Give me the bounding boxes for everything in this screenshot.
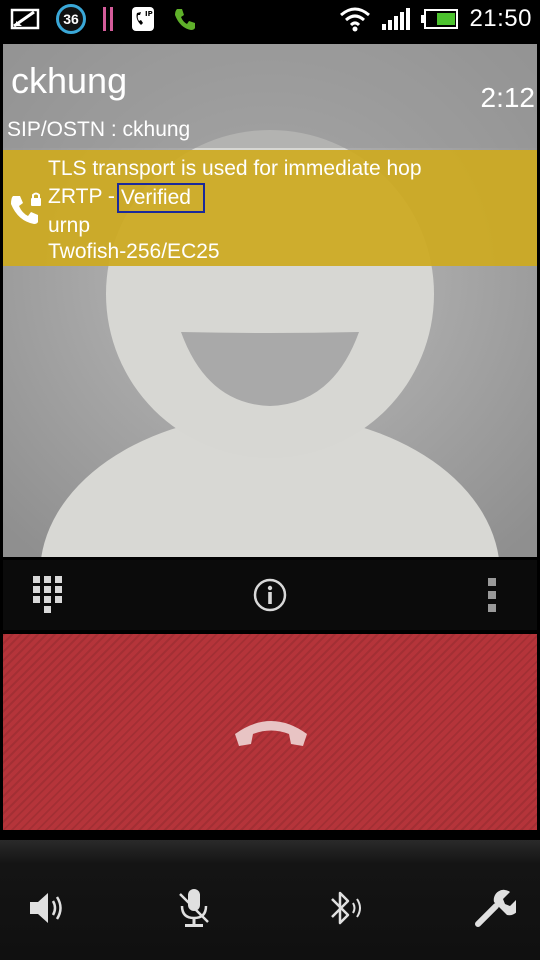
overflow-menu-icon bbox=[488, 578, 496, 612]
security-info-panel[interactable]: TLS transport is used for immediate hop … bbox=[3, 150, 537, 266]
mute-microphone-icon bbox=[179, 889, 209, 927]
status-bar-right: 21:50 bbox=[339, 4, 532, 34]
phone-icon bbox=[172, 6, 198, 32]
battery-icon bbox=[421, 8, 459, 30]
speaker-button[interactable] bbox=[18, 880, 74, 936]
security-details: TLS transport is used for immediate hop … bbox=[48, 156, 422, 266]
info-icon bbox=[253, 578, 287, 612]
hang-up-button[interactable] bbox=[3, 634, 537, 830]
settings-wrench-icon bbox=[475, 889, 516, 927]
status-bar: 36 IP 21:50 bbox=[0, 0, 540, 38]
signal-icon bbox=[381, 7, 411, 31]
hang-up-icon bbox=[235, 721, 307, 746]
call-info-button[interactable] bbox=[247, 572, 293, 618]
call-timer: 2:12 bbox=[480, 82, 536, 113]
audio-controls-bar bbox=[0, 840, 540, 960]
wifi-icon bbox=[339, 6, 371, 32]
zrtp-row: ZRTP - Verified bbox=[48, 182, 422, 213]
mute-button[interactable] bbox=[166, 880, 222, 936]
sip-account-line: SIP/OSTN : ckhung bbox=[7, 118, 191, 141]
secure-call-lock-icon bbox=[11, 192, 41, 224]
sip-call-icon: IP bbox=[130, 5, 156, 33]
bluetooth-icon bbox=[331, 891, 361, 925]
sas-string: urnp bbox=[48, 213, 91, 237]
transport-status: TLS transport is used for immediate hop bbox=[48, 157, 422, 180]
settings-button[interactable] bbox=[466, 880, 522, 936]
in-call-toolbar bbox=[3, 560, 537, 630]
cipher-suite: Twofish-256/EC25 bbox=[48, 240, 220, 263]
zrtp-label: ZRTP - bbox=[48, 185, 115, 209]
overflow-menu-button[interactable] bbox=[469, 572, 515, 618]
dialpad-icon bbox=[33, 576, 62, 613]
contact-name: ckhung bbox=[11, 60, 128, 101]
dialpad-button[interactable] bbox=[25, 572, 71, 618]
zrtp-verified-status[interactable]: Verified bbox=[116, 182, 205, 213]
speaker-icon bbox=[30, 893, 62, 923]
status-time: 21:50 bbox=[469, 5, 532, 32]
bluetooth-button[interactable] bbox=[316, 880, 372, 936]
call-info-panel: ckhung 2:12 SIP/OSTN : ckhung TLS transp… bbox=[3, 44, 537, 557]
notification-badge: 36 bbox=[56, 4, 86, 34]
message-icon bbox=[10, 7, 40, 31]
svg-text:IP: IP bbox=[145, 10, 153, 18]
equalizer-icon bbox=[102, 5, 114, 33]
status-bar-left: 36 IP bbox=[10, 4, 198, 34]
